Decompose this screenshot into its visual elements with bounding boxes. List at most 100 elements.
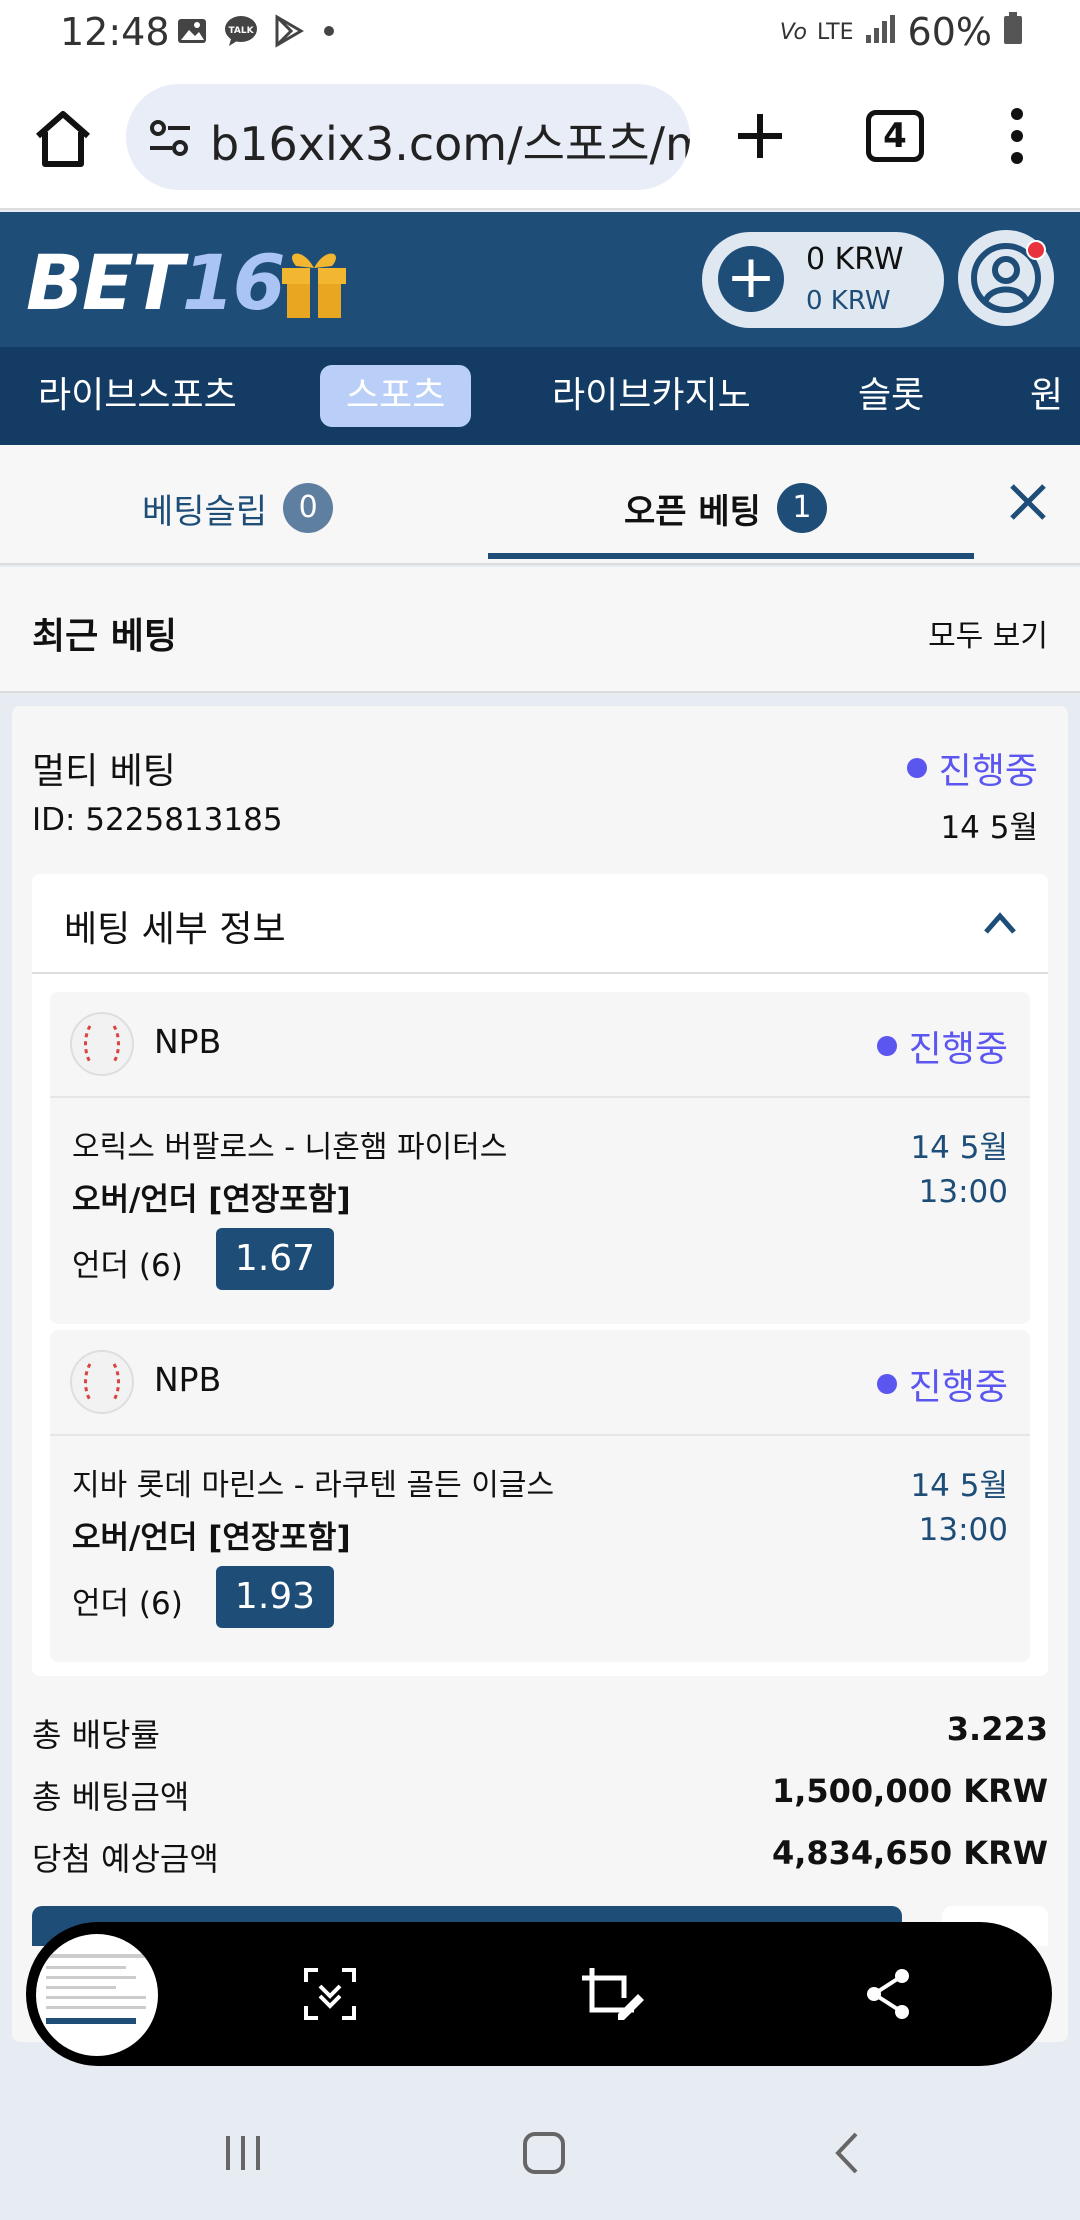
balance-bonus: 0 KRW	[806, 286, 891, 316]
bet-leg: NPB 진행중 오릭스 버팔로스 - 니혼햄 파이터스 오버/언더 [연장포함]…	[50, 992, 1030, 1324]
bet-type: 멀티 베팅	[32, 751, 176, 792]
volte-icon: Vo	[779, 19, 807, 45]
home-nav-icon[interactable]	[520, 2130, 568, 2180]
bet-status-text: 진행중	[938, 751, 1038, 792]
scroll-capture-icon[interactable]	[300, 1964, 360, 2024]
signal-icon	[864, 10, 898, 54]
screenshot-thumbnail[interactable]	[32, 1930, 162, 2060]
total-odds-label: 총 배당률	[32, 1716, 160, 1754]
network-type: LTE	[816, 19, 854, 45]
bet-details-header[interactable]: 베팅 세부 정보	[32, 874, 1048, 974]
bet-details-panel: 베팅 세부 정보 NPB 진행중 오릭스 버팔로스 - 니혼햄 파이터스 오버/…	[32, 874, 1048, 1676]
plus-icon	[738, 114, 782, 158]
baseball-icon	[70, 1012, 134, 1076]
site-settings-icon[interactable]	[148, 118, 192, 158]
status-dot-icon	[876, 1374, 897, 1394]
browser-toolbar: b16xix3.com/스포츠/ma 4	[0, 68, 1080, 210]
stake-value: 1,500,000 KRW	[771, 1772, 1048, 1810]
notification-dot	[1026, 240, 1046, 260]
gift-icon[interactable]	[278, 242, 350, 320]
nav-item-slots[interactable]: 슬롯	[858, 365, 924, 427]
new-tab-button[interactable]	[730, 106, 790, 166]
gallery-icon	[175, 14, 209, 48]
selection: 언더 (6)	[72, 1248, 183, 1284]
selection: 언더 (6)	[72, 1586, 183, 1622]
leg-status-text: 진행중	[908, 1367, 1008, 1408]
battery-icon	[1002, 10, 1024, 54]
home-button[interactable]	[30, 106, 96, 172]
odds-badge: 1.93	[216, 1566, 334, 1628]
active-tab-indicator	[488, 553, 974, 559]
wallet-balance[interactable]: + 0 KRW 0 KRW	[702, 232, 944, 328]
bet-leg: NPB 진행중 지바 롯데 마린스 - 라쿠텐 골든 이글스 오버/언더 [연장…	[50, 1330, 1030, 1662]
nav-item-live-casino[interactable]: 라이브카지노	[552, 365, 751, 427]
match-name: 지바 롯데 마린스 - 라쿠텐 골든 이글스	[72, 1468, 555, 1503]
status-time: 12:48	[60, 10, 170, 54]
tab-open-bets[interactable]: 오픈 베팅 1	[624, 483, 827, 533]
address-bar[interactable]: b16xix3.com/스포츠/ma	[126, 84, 690, 190]
leg-status: 진행중	[876, 1020, 1008, 1072]
notification-icons: TALK	[175, 14, 353, 48]
tab-betslip-label: 베팅슬립	[142, 491, 268, 532]
leg-header: NPB 진행중	[50, 992, 1030, 1098]
league-name: NPB	[154, 1022, 222, 1061]
deposit-plus-icon[interactable]: +	[718, 246, 784, 312]
bet-id: ID: 5225813185	[32, 802, 283, 838]
bet-card: 멀티 베팅 진행중 ID: 5225813185 14 5월 베팅 세부 정보 …	[12, 706, 1068, 2042]
leg-header: NPB 진행중	[50, 1330, 1030, 1436]
user-avatar[interactable]	[958, 230, 1054, 326]
dot-icon	[319, 14, 353, 48]
odds-badge: 1.67	[216, 1228, 334, 1290]
baseball-icon	[70, 1350, 134, 1414]
leg-status: 진행중	[876, 1358, 1008, 1410]
crop-edit-icon[interactable]	[578, 1964, 644, 2024]
browser-menu-button[interactable]	[1000, 104, 1034, 168]
status-right: Vo LTE 60%	[780, 10, 1024, 54]
share-icon[interactable]	[858, 1964, 918, 2024]
close-button[interactable]	[1006, 480, 1050, 524]
nav-item-sports[interactable]: 스포츠	[320, 365, 472, 427]
logo-number: 16	[181, 238, 286, 327]
payout-label: 당첨 예상금액	[32, 1840, 219, 1878]
site-header: BET16 + 0 KRW 0 KRW	[0, 212, 1080, 347]
chevron-up-icon[interactable]	[982, 908, 1018, 938]
bet-status: 진행중	[906, 742, 1038, 794]
status-bar: 12:48 TALK Vo LTE 60%	[0, 0, 1080, 68]
match-date: 14 5월	[910, 1468, 1008, 1504]
balance-main: 0 KRW	[806, 242, 904, 277]
close-icon	[1010, 484, 1046, 520]
bet-date: 14 5월	[940, 810, 1038, 846]
total-odds-value: 3.223	[946, 1710, 1048, 1748]
talk-icon: TALK	[223, 14, 257, 48]
match-date: 14 5월	[910, 1130, 1008, 1166]
view-all-link[interactable]: 모두 보기	[928, 611, 1048, 655]
battery-percent: 60%	[907, 10, 992, 54]
league-name: NPB	[154, 1360, 222, 1399]
back-icon[interactable]	[828, 2130, 868, 2180]
site-logo[interactable]: BET16	[26, 238, 286, 327]
recent-bets-title: 최근 베팅	[32, 616, 178, 657]
match-time: 13:00	[918, 1174, 1008, 1210]
stake-label: 총 베팅금액	[32, 1778, 190, 1816]
play-store-icon	[271, 14, 305, 48]
recent-apps-icon[interactable]	[220, 2130, 266, 2180]
main-nav: 라이브스포츠 스포츠 라이브카지노 슬롯 원	[0, 347, 1080, 445]
system-navigation-bar	[0, 2090, 1080, 2220]
match-name: 오릭스 버팔로스 - 니혼햄 파이터스	[72, 1130, 508, 1165]
status-dot-icon	[876, 1036, 897, 1056]
betslip-tabs: 베팅슬립 0 오픈 베팅 1	[0, 445, 1080, 565]
market-name: 오버/언더 [연장포함]	[72, 1520, 351, 1556]
more-vertical-icon	[1011, 108, 1023, 164]
bet-details-title: 베팅 세부 정보	[64, 909, 286, 950]
tab-betslip[interactable]: 베팅슬립 0	[142, 483, 334, 533]
market-name: 오버/언더 [연장포함]	[72, 1182, 351, 1218]
betslip-count-badge: 0	[283, 483, 334, 533]
tab-switcher-button[interactable]: 4	[866, 110, 924, 162]
nav-item-live-sports[interactable]: 라이브스포츠	[38, 365, 237, 427]
payout-value: 4,834,650 KRW	[771, 1834, 1048, 1872]
match-time: 13:00	[918, 1512, 1008, 1548]
open-bets-count-badge: 1	[776, 483, 827, 533]
svg-text:TALK: TALK	[228, 26, 254, 36]
nav-item-more[interactable]: 원	[1030, 365, 1063, 427]
url-text: b16xix3.com/스포츠/ma	[210, 117, 690, 171]
